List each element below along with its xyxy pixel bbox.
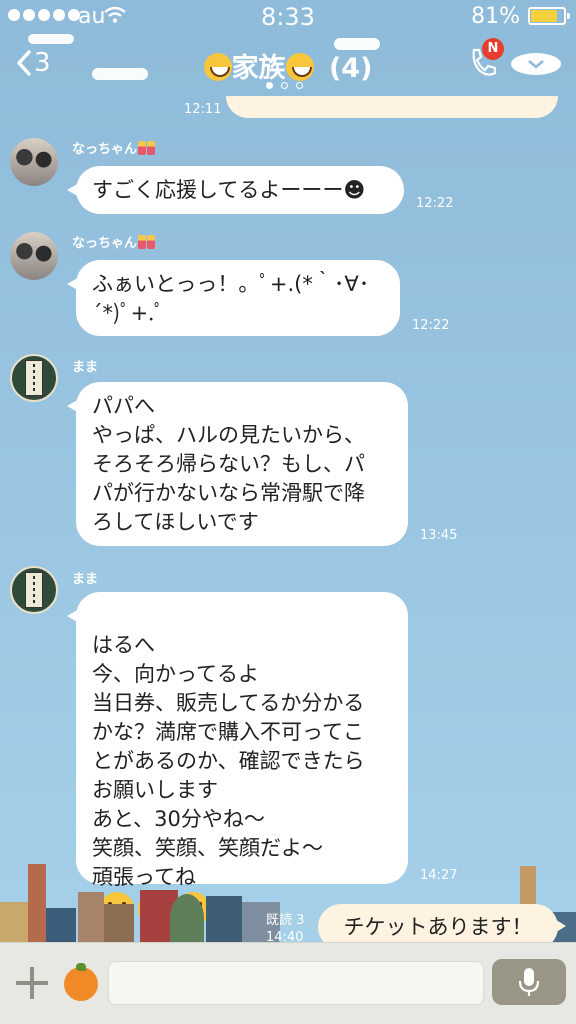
message-time: 12:22 bbox=[412, 318, 450, 333]
message-input[interactable] bbox=[108, 961, 484, 1005]
sender-name: まま bbox=[72, 360, 99, 375]
doll-emoji-icon bbox=[147, 141, 156, 155]
sender-name: なっちゃん bbox=[72, 138, 156, 157]
read-count: 既読 3 bbox=[266, 913, 305, 928]
message-bubble[interactable]: ふぁいとっっ！。ﾟ+.(*｀･∀･´*)ﾟ+.ﾟ bbox=[67, 260, 400, 336]
battery-percentage: 81% bbox=[471, 4, 520, 29]
battery-icon bbox=[528, 7, 570, 25]
message-time: 12:11 bbox=[184, 102, 222, 117]
message-time: 12:22 bbox=[416, 196, 454, 211]
message-bubble[interactable]: すごく応援してるよーーー☻ bbox=[67, 166, 404, 214]
message-list[interactable]: 12:11 なっちゃん すごく応援してるよーーー☻ 12:22 なっちゃん ふぁ… bbox=[0, 96, 576, 942]
doll-emoji-icon bbox=[138, 141, 147, 155]
voice-button[interactable] bbox=[492, 959, 566, 1005]
avatar[interactable] bbox=[10, 354, 58, 402]
notification-badge: N bbox=[482, 38, 504, 60]
sender-name: まま bbox=[72, 572, 99, 587]
input-bar bbox=[0, 942, 576, 1024]
message-bubble[interactable]: パパへ やっぱ、ハルの見たいから、 そろそろ帰らない？もし、パ パが行かないなら… bbox=[67, 382, 408, 546]
partial-message-bubble bbox=[226, 96, 558, 118]
page-indicator bbox=[266, 82, 303, 89]
avatar[interactable] bbox=[10, 138, 58, 186]
add-button[interactable] bbox=[14, 965, 50, 1001]
my-message-bubble[interactable]: チケットあります！ bbox=[318, 904, 566, 942]
avatar[interactable] bbox=[10, 566, 58, 614]
status-bar: au 8:33 81% bbox=[0, 0, 576, 34]
menu-button[interactable] bbox=[510, 52, 562, 76]
microphone-icon bbox=[518, 968, 540, 996]
sticker-button[interactable] bbox=[64, 963, 98, 1001]
grinning-face-icon bbox=[203, 53, 232, 81]
message-bubble[interactable]: はるへ 今、向かってるよ 当日券、販売してるか分かる かな？満席で購入不可ってこ… bbox=[67, 592, 408, 926]
doll-emoji-icon bbox=[138, 235, 147, 249]
member-count: (4) bbox=[328, 53, 373, 84]
avatar[interactable] bbox=[10, 232, 58, 280]
read-receipt: 既読 3 14:40 bbox=[266, 912, 304, 942]
chevron-down-icon bbox=[511, 53, 561, 75]
message-text: はるへ 今、向かってるよ 当日券、販売してるか分かる かな？満席で購入不可ってこ… bbox=[92, 633, 365, 889]
cloud-decoration bbox=[28, 34, 74, 44]
group-name: 家族 bbox=[231, 53, 286, 84]
doll-emoji-icon bbox=[147, 235, 156, 249]
message-time: 14:40 bbox=[266, 930, 304, 942]
chat-header: 3 家族 (4) N bbox=[0, 34, 576, 96]
sender-name: なっちゃん bbox=[72, 232, 156, 251]
grinning-face-icon bbox=[285, 53, 314, 81]
message-time: 13:45 bbox=[420, 528, 458, 543]
